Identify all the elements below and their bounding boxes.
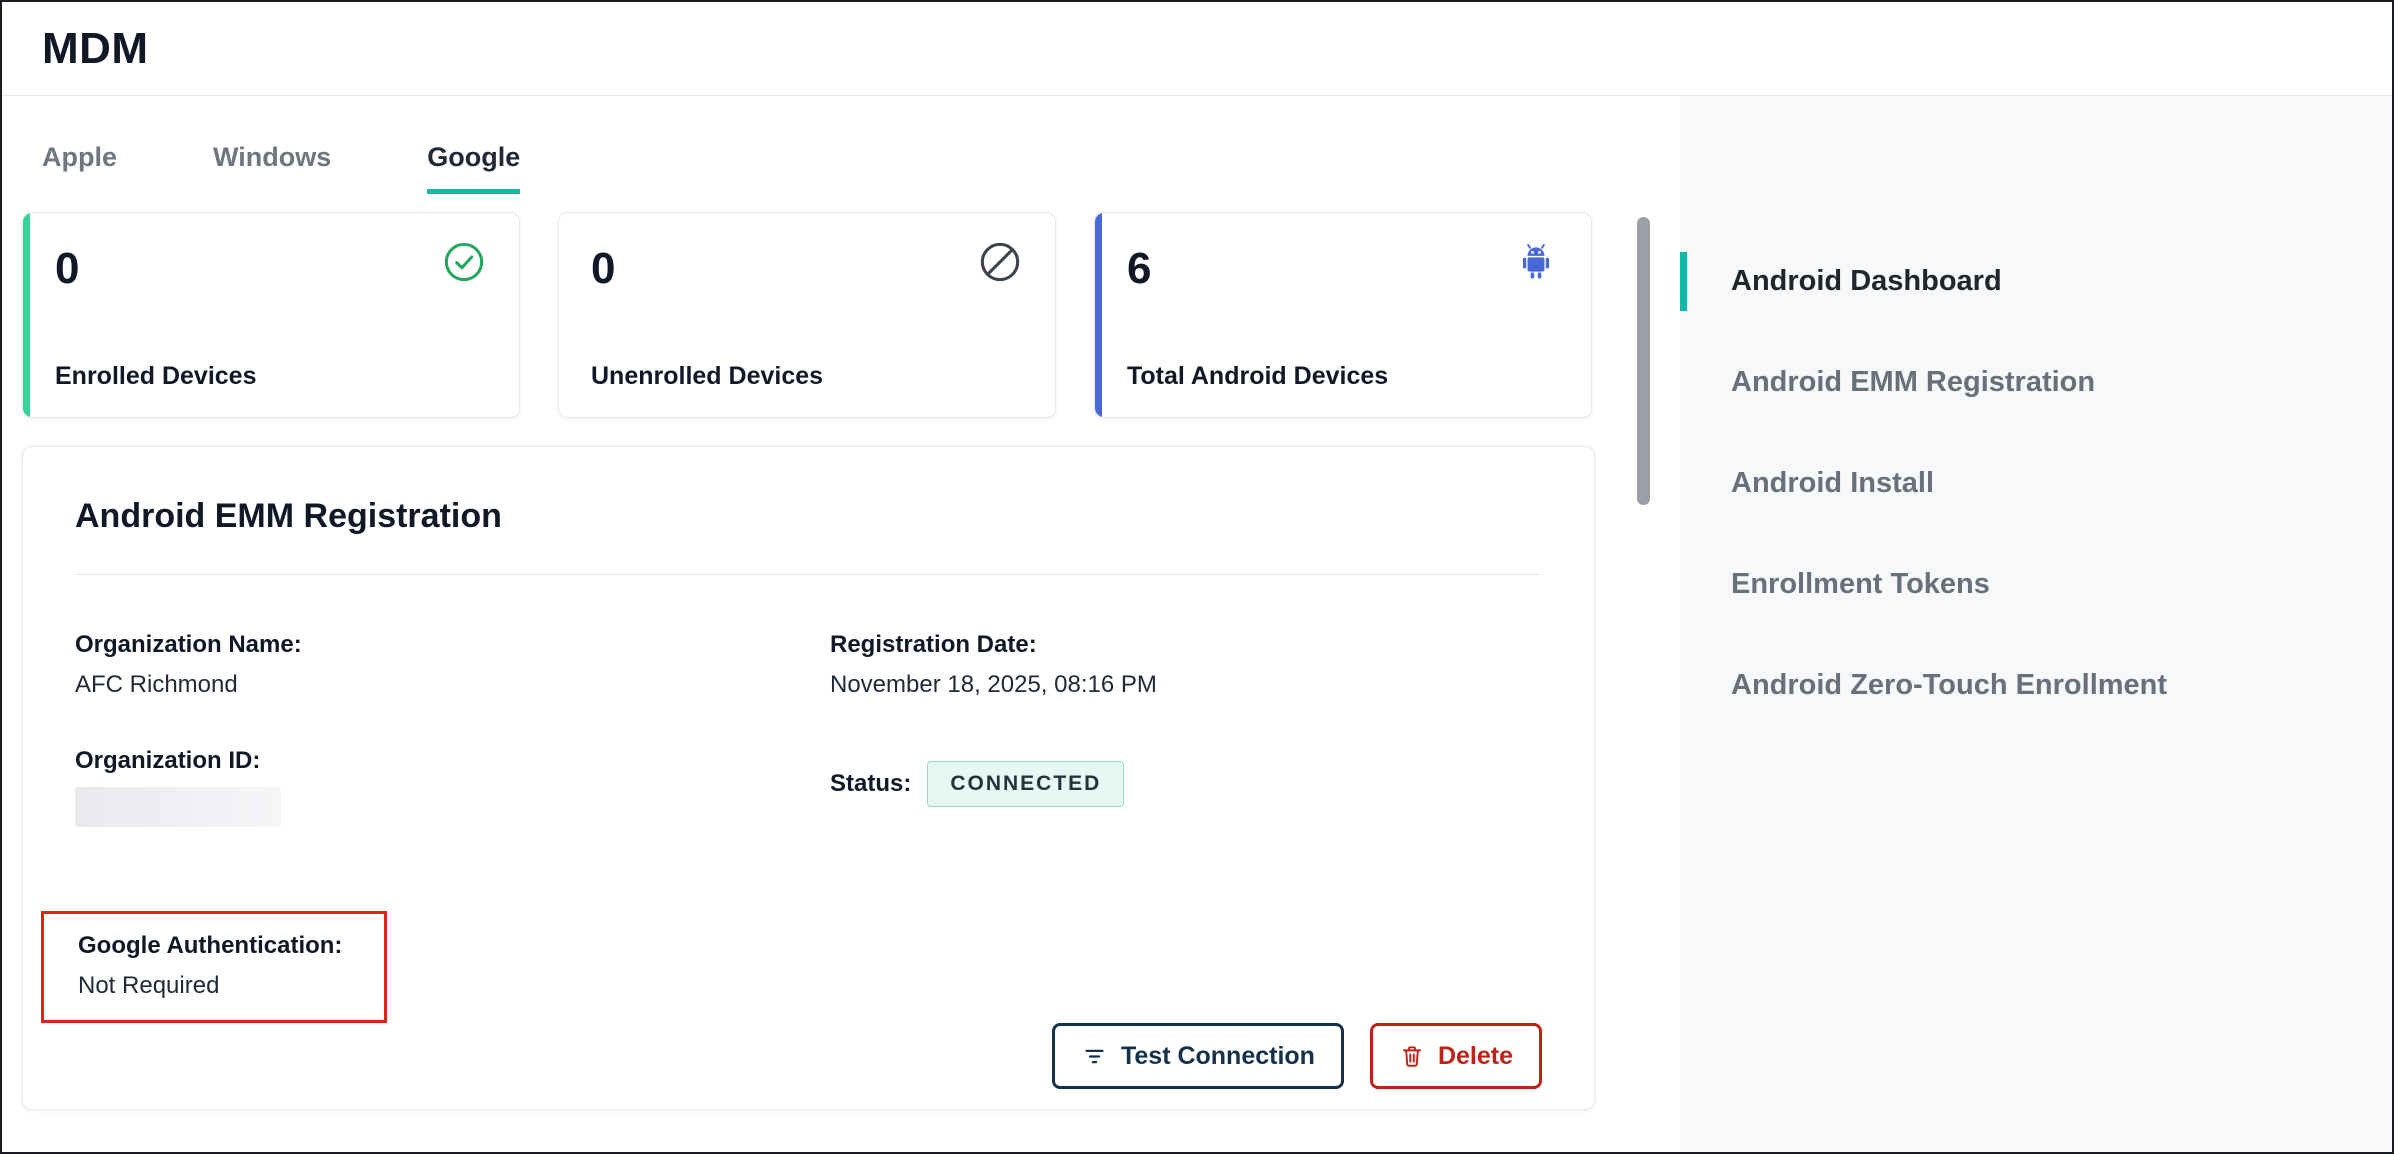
- organization-id-redacted-value: [75, 787, 281, 827]
- google-auth-label: Google Authentication:: [78, 932, 342, 960]
- app-header: MDM: [2, 2, 2392, 96]
- organization-name-value: AFC Richmond: [75, 671, 830, 699]
- android-icon: [1513, 239, 1559, 285]
- organization-name-label: Organization Name:: [75, 631, 830, 659]
- stat-label: Enrolled Devices: [55, 362, 487, 391]
- stat-top: 0: [55, 239, 487, 291]
- sidebar-item-android-install[interactable]: Android Install: [1680, 454, 2392, 513]
- registration-date-value: November 18, 2025, 08:16 PM: [830, 671, 1542, 699]
- organization-id-field: Organization ID:: [75, 747, 830, 827]
- organization-id-label: Organization ID:: [75, 747, 830, 775]
- emm-registration-card: Android EMM Registration Organization Na…: [22, 446, 1595, 1110]
- vertical-scrollbar[interactable]: [1637, 217, 1650, 505]
- tab-apple[interactable]: Apple: [42, 142, 117, 194]
- enrolled-devices-count: 0: [55, 247, 79, 291]
- registration-date-field: Registration Date: November 18, 2025, 08…: [830, 631, 1542, 699]
- stat-label: Unenrolled Devices: [591, 362, 1023, 391]
- main-content: Apple Windows Google 0: [2, 96, 1680, 1152]
- stat-top: 0: [591, 239, 1023, 291]
- app-window: MDM Apple Windows Google 0: [0, 0, 2394, 1154]
- status-label: Status:: [830, 770, 911, 798]
- check-circle-icon: [441, 239, 487, 285]
- left-column: Organization Name: AFC Richmond Organiza…: [75, 631, 830, 1023]
- unenrolled-devices-count: 0: [591, 247, 615, 291]
- sidebar-item-android-zero-touch-enrollment[interactable]: Android Zero-Touch Enrollment: [1680, 656, 2392, 715]
- stat-card-total-android-devices: 6: [1094, 212, 1592, 418]
- sidebar-item-android-dashboard[interactable]: Android Dashboard: [1680, 252, 2392, 311]
- body-row: Apple Windows Google 0: [2, 96, 2392, 1152]
- delete-button[interactable]: Delete: [1370, 1023, 1542, 1089]
- total-android-devices-count: 6: [1127, 247, 1151, 291]
- stat-top: 6: [1127, 239, 1559, 291]
- status-badge: CONNECTED: [927, 761, 1124, 807]
- platform-tabs: Apple Windows Google: [22, 142, 1680, 194]
- slash-circle-icon: [977, 239, 1023, 285]
- action-buttons: Test Connection Delete: [75, 1023, 1542, 1089]
- stat-card-unenrolled-devices: 0 Unenrolled Devices: [558, 212, 1056, 418]
- google-auth-highlight-box: Google Authentication: Not Required: [41, 911, 387, 1023]
- sidebar-item-enrollment-tokens[interactable]: Enrollment Tokens: [1680, 555, 2392, 614]
- registration-date-label: Registration Date:: [830, 631, 1542, 659]
- divider: [75, 574, 1542, 575]
- sidebar-item-android-emm-registration[interactable]: Android EMM Registration: [1680, 353, 2392, 412]
- stats-row: 0 Enrolled Devices 0: [22, 212, 1680, 418]
- stat-card-enrolled-devices: 0 Enrolled Devices: [22, 212, 520, 418]
- tab-windows[interactable]: Windows: [213, 142, 331, 194]
- test-connection-button[interactable]: Test Connection: [1052, 1023, 1344, 1089]
- delete-label: Delete: [1438, 1042, 1513, 1071]
- test-connection-label: Test Connection: [1121, 1042, 1315, 1071]
- stat-label: Total Android Devices: [1127, 362, 1559, 391]
- card-accent-bar: [1095, 213, 1102, 417]
- card-accent-bar: [23, 213, 30, 417]
- tab-google[interactable]: Google: [427, 142, 520, 194]
- registration-title: Android EMM Registration: [75, 497, 1542, 536]
- registration-fields: Organization Name: AFC Richmond Organiza…: [75, 631, 1542, 1023]
- page-title: MDM: [42, 24, 149, 74]
- organization-name-field: Organization Name: AFC Richmond: [75, 631, 830, 699]
- status-field: Status: CONNECTED: [830, 761, 1542, 807]
- google-auth-value: Not Required: [78, 972, 342, 1000]
- trash-icon: [1399, 1043, 1425, 1069]
- sidebar: Android Dashboard Android EMM Registrati…: [1680, 96, 2392, 1152]
- filter-icon: [1081, 1043, 1108, 1070]
- right-column: Registration Date: November 18, 2025, 08…: [830, 631, 1542, 1023]
